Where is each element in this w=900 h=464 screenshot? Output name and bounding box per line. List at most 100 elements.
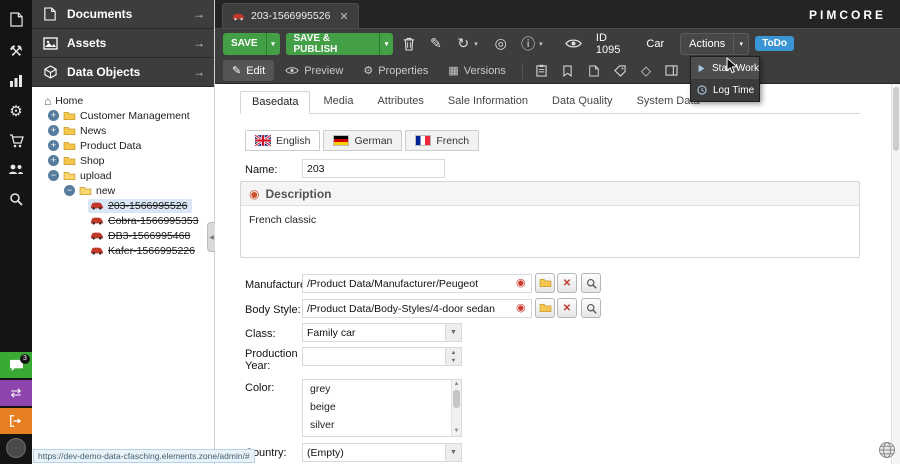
tab-language-german[interactable]: German	[323, 130, 402, 151]
content-scrollbar[interactable]	[891, 84, 900, 464]
info-icon[interactable]: ⓘ	[517, 33, 539, 55]
tab-language-french[interactable]: French	[405, 130, 479, 151]
tools-icon[interactable]: ⚒	[0, 38, 32, 64]
delete-trash-icon[interactable]	[399, 33, 420, 55]
tab-object-203[interactable]: 203-1566995526 ✕	[222, 3, 359, 28]
tab-sale-information[interactable]: Sale Information	[437, 91, 539, 113]
user-avatar[interactable]	[6, 438, 26, 458]
layout-panel-icon[interactable]	[660, 60, 684, 81]
tab-edit[interactable]: ✎ Edit	[223, 60, 274, 81]
reload-button[interactable]: ↻ ▾	[452, 33, 484, 55]
tree-item-shop[interactable]: + Shop	[32, 153, 214, 168]
body-style-input[interactable]	[302, 299, 532, 318]
expand-plus-icon[interactable]: +	[48, 125, 59, 136]
close-icon[interactable]: ✕	[339, 10, 348, 23]
scroll-up-icon[interactable]: ▲	[452, 380, 461, 389]
workflow-status-badge[interactable]: ToDo	[755, 36, 794, 51]
collapse-minus-icon[interactable]: −	[48, 170, 59, 181]
settings-gear-icon[interactable]: ⚙	[0, 98, 32, 124]
tree-item-new[interactable]: − new	[32, 183, 214, 198]
scroll-down-icon[interactable]: ▼	[452, 427, 461, 436]
collapse-minus-icon[interactable]: −	[64, 185, 75, 196]
manufacturer-open-button[interactable]	[535, 273, 555, 293]
notes-bookmark-icon[interactable]	[556, 60, 580, 81]
tab-language-english[interactable]: English	[245, 130, 320, 151]
save-publish-button[interactable]: SAVE & PUBLISH ▾	[286, 33, 393, 55]
tab-attributes[interactable]: Attributes	[366, 91, 434, 113]
body-style-open-button[interactable]	[535, 298, 555, 318]
menu-item-start-work[interactable]: Start Work	[691, 57, 759, 79]
accordion-data-objects[interactable]: Data Objects →	[32, 58, 214, 87]
manufacturer-remove-button[interactable]: ✕	[557, 273, 577, 293]
globe-ball-icon[interactable]	[878, 441, 896, 462]
tab-data-quality[interactable]: Data Quality	[541, 91, 624, 113]
chevron-down-icon[interactable]: ▾	[379, 33, 392, 55]
tree-item-customer-management[interactable]: + Customer Management	[32, 108, 214, 123]
body-style-remove-button[interactable]: ✕	[557, 298, 577, 318]
scrollbar-thumb[interactable]	[453, 390, 460, 408]
class-select[interactable]: Family car ▼	[302, 323, 462, 342]
rename-pencil-icon[interactable]: ✎	[425, 33, 446, 55]
logout-icon[interactable]	[0, 408, 32, 434]
chevron-down-icon[interactable]: ▾	[733, 33, 748, 55]
schedule-clipboard-icon[interactable]	[530, 60, 554, 81]
scrollbar-thumb[interactable]	[893, 87, 899, 151]
accordion-documents[interactable]: Documents →	[32, 0, 214, 29]
description-editor[interactable]: French classic	[241, 206, 859, 234]
tab-preview[interactable]: Preview	[276, 60, 352, 81]
reports-icon[interactable]	[0, 68, 32, 94]
localized-field-target-icon: ◉	[249, 188, 259, 200]
chat-icon[interactable]: 3	[0, 352, 32, 378]
sidebar-collapse-handle[interactable]: ◀	[207, 222, 215, 252]
chevron-down-icon[interactable]: ▾	[266, 33, 280, 55]
tab-versions[interactable]: ▦ Versions	[439, 60, 515, 81]
users-icon[interactable]	[0, 156, 32, 182]
tree-item-news[interactable]: + News	[32, 123, 214, 138]
expand-plus-icon[interactable]: +	[48, 155, 59, 166]
chevron-down-icon[interactable]: ▼	[445, 444, 461, 461]
locate-in-tree-icon[interactable]: ◎	[490, 33, 511, 55]
menu-item-log-time[interactable]: Log Time	[691, 79, 759, 101]
tag-icon[interactable]	[608, 60, 632, 81]
color-option-grey[interactable]: grey	[303, 380, 461, 398]
description-header: ◉ Description	[241, 182, 859, 206]
country-select[interactable]: (Empty) ▼	[302, 443, 462, 462]
reload-icon[interactable]: ↻	[452, 33, 474, 55]
chevron-down-icon[interactable]: ▾	[474, 40, 484, 48]
info-button[interactable]: ⓘ ▾	[517, 33, 549, 55]
tree-item-203[interactable]: 203-1566995526	[32, 198, 214, 213]
document-icon[interactable]	[582, 60, 606, 81]
open-preview-eye-icon[interactable]	[563, 33, 584, 55]
search-icon[interactable]	[0, 186, 32, 212]
production-year-spinner[interactable]: ▲▼	[302, 347, 462, 366]
tab-media[interactable]: Media	[312, 91, 364, 113]
tree-item-home[interactable]: ⌂ Home	[32, 93, 214, 108]
tab-properties[interactable]: ⚙ Properties	[354, 60, 437, 81]
chevron-down-icon[interactable]: ▼	[445, 324, 461, 341]
file-icon[interactable]	[0, 6, 32, 32]
spinner-arrows-icon[interactable]: ▲▼	[445, 348, 461, 365]
color-option-beige[interactable]: beige	[303, 398, 461, 416]
expand-plus-icon[interactable]: +	[48, 140, 59, 151]
tree-item-upload[interactable]: − upload	[32, 168, 214, 183]
tree-item-product-data[interactable]: + Product Data	[32, 138, 214, 153]
accordion-assets[interactable]: Assets →	[32, 29, 214, 58]
sync-icon[interactable]: ⇄	[0, 380, 32, 406]
tree-item-cobra[interactable]: Cobra-1566995353	[32, 213, 214, 228]
tree-item-kafer[interactable]: Kafer-1566995226	[32, 243, 214, 258]
expand-plus-icon[interactable]: +	[48, 110, 59, 121]
workflow-diamond-icon[interactable]: ◇	[634, 60, 658, 81]
chevron-down-icon[interactable]: ▾	[539, 40, 549, 48]
color-multiselect[interactable]: grey beige silver ▲ ▼	[302, 379, 462, 437]
tab-basedata[interactable]: Basedata	[240, 91, 310, 114]
tree-item-db3[interactable]: DB3-1566995468	[32, 228, 214, 243]
manufacturer-input[interactable]	[302, 274, 532, 293]
save-button[interactable]: SAVE ▾	[223, 33, 280, 55]
manufacturer-search-button[interactable]	[581, 273, 601, 293]
actions-dropdown-button[interactable]: Actions ▾	[680, 33, 749, 55]
name-input[interactable]	[302, 159, 445, 178]
ecommerce-cart-icon[interactable]	[0, 128, 32, 154]
color-option-silver[interactable]: silver	[303, 416, 461, 434]
body-style-search-button[interactable]	[581, 298, 601, 318]
listbox-scrollbar[interactable]: ▲ ▼	[451, 380, 461, 436]
